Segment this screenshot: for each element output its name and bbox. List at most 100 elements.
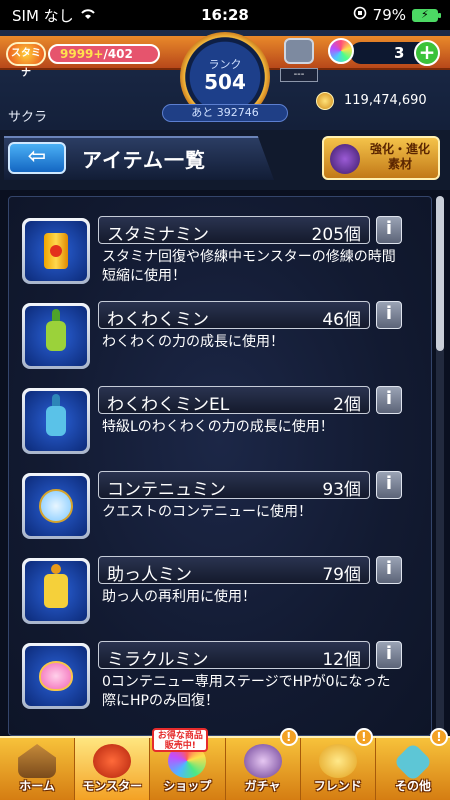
list-item: ミラクルミン 12個 i 0コンテニュー専用ステージでHPが0になった際にHPの…	[22, 641, 412, 717]
tab-label: ショップ	[163, 779, 212, 793]
blue-bottle-icon	[46, 394, 66, 436]
item-description: 特級Lのわくわくの力の成長に使用！	[102, 419, 334, 435]
tab-label: モンスター	[82, 779, 143, 793]
item-info-button[interactable]: i	[376, 301, 402, 329]
tab-monster[interactable]: モンスター	[75, 738, 151, 800]
list-item: 助っ人ミン 79個 i 助っ人の再利用に使用！	[22, 556, 412, 632]
item-icon-frame	[22, 473, 90, 539]
gacha-alert-icon: !	[279, 728, 298, 746]
tab-label: フレンド	[313, 779, 362, 793]
page-title: アイテム一覧	[82, 148, 206, 172]
item-name: スタミナミン	[107, 225, 209, 245]
battery-icon: ⚡	[412, 8, 441, 22]
jar-icon	[44, 564, 68, 608]
item-info-button[interactable]: i	[376, 216, 402, 244]
item-icon-frame	[22, 388, 90, 454]
stamina-current: 9999+	[60, 47, 104, 61]
enhance-material-button[interactable]: 強化・進化 素材	[322, 136, 440, 180]
other-alert-icon: !	[430, 728, 449, 746]
item-info-button[interactable]: i	[376, 556, 402, 584]
shop-sale-badge: お得な商品販売中!	[152, 728, 209, 752]
item-count: 205個	[311, 225, 361, 245]
tab-label: ガチャ	[244, 779, 281, 793]
item-icon-frame	[22, 558, 90, 624]
clock: 16:28	[201, 6, 249, 24]
item-name-bar: ミラクルミン 12個	[98, 641, 370, 669]
list-item: スタミナミン 205個 i スタミナ回復や修練中モンスターの修練の時間短縮に使用…	[22, 216, 412, 292]
tab-other[interactable]: ! その他	[376, 728, 450, 800]
item-icon-frame	[22, 303, 90, 369]
tab-friend[interactable]: ! フレンド	[301, 728, 376, 800]
hatch-icon[interactable]	[284, 38, 314, 64]
heart-bottle-icon	[39, 661, 73, 691]
item-description: わくわくの力の成長に使用！	[102, 334, 284, 350]
item-count: 93個	[322, 480, 361, 500]
list-item: わくわくミンEL 2個 i 特級Lのわくわくの力の成長に使用！	[22, 386, 412, 462]
home-icon	[18, 744, 57, 778]
material-label-line2: 素材	[387, 157, 412, 171]
list-item: コンテニュミン 93個 i クエストのコンテニューに使用！	[22, 471, 412, 547]
hatch-timer: ---	[280, 68, 318, 82]
tab-shop[interactable]: お得な商品販売中! ショップ	[150, 728, 226, 800]
item-description: 0コンテニュー専用ステージでHPが0になった際にHPのみ回復！	[102, 674, 391, 709]
stamina-gauge[interactable]: 9999+/402	[48, 44, 160, 64]
coin-count: 119,474,690	[344, 93, 427, 108]
rank-value: 504	[204, 70, 246, 94]
item-count: 46個	[322, 310, 361, 330]
stamina-can-icon	[44, 233, 68, 269]
other-icon	[393, 742, 433, 782]
item-name: わくわくミンEL	[107, 395, 230, 415]
friend-alert-icon: !	[354, 728, 373, 746]
item-name: コンテニュミン	[107, 480, 226, 500]
player-header: スタミナ 9999+/402 ランク 504 あと 392746 --- 3 +…	[0, 30, 450, 130]
item-name-bar: スタミナミン 205個	[98, 216, 370, 244]
tab-home[interactable]: ホーム	[0, 738, 76, 800]
list-item: わくわくミン 46個 i わくわくの力の成長に使用！	[22, 301, 412, 377]
material-label-line1: 強化・進化	[369, 142, 430, 156]
tab-label: その他	[394, 779, 431, 793]
scrollbar[interactable]	[436, 196, 444, 736]
green-bottle-icon	[46, 309, 66, 351]
flask-icon	[39, 489, 73, 523]
scrollbar-thumb[interactable]	[436, 196, 444, 351]
item-count: 2個	[333, 395, 361, 415]
orientation-lock-icon	[353, 6, 367, 24]
item-name-bar: コンテニュミン 93個	[98, 471, 370, 499]
friend-icon	[318, 744, 357, 778]
material-orb-icon	[330, 144, 360, 174]
orb-icon	[328, 38, 354, 64]
monster-icon	[93, 744, 132, 778]
item-description: クエストのコンテニューに使用！	[102, 504, 312, 520]
status-bar: SIM なし 16:28 79% ⚡	[0, 0, 450, 30]
stamina-max: /402	[103, 47, 133, 61]
item-count: 79個	[322, 565, 361, 585]
item-name: 助っ人ミン	[107, 565, 192, 585]
item-description: スタミナ回復や修練中モンスターの修練の時間短縮に使用！	[102, 249, 396, 284]
coin-icon	[316, 92, 334, 110]
item-name-bar: わくわくミンEL 2個	[98, 386, 370, 414]
item-info-button[interactable]: i	[376, 471, 402, 499]
back-arrow-icon: ⇦	[27, 144, 47, 169]
carrier-label: SIM なし	[12, 6, 74, 25]
rank-remaining: あと 392746	[162, 104, 288, 122]
item-name-bar: 助っ人ミン 79個	[98, 556, 370, 584]
title-bar: ⇦ アイテム一覧 強化・進化 素材	[0, 130, 450, 190]
item-count: 12個	[322, 650, 361, 670]
wifi-icon	[80, 6, 96, 24]
tab-gacha[interactable]: ! ガチャ	[226, 728, 301, 800]
item-icon-frame	[22, 218, 90, 284]
buy-orb-button[interactable]: +	[414, 40, 440, 66]
item-info-button[interactable]: i	[376, 641, 402, 669]
stamina-icon: スタミナ	[6, 42, 46, 79]
back-button[interactable]: ⇦	[8, 142, 66, 174]
item-description: 助っ人の再利用に使用！	[102, 589, 256, 605]
tab-label: ホーム	[19, 779, 55, 793]
item-icon-frame	[22, 643, 90, 709]
item-name: わくわくミン	[107, 310, 209, 330]
item-name: ミラクルミン	[107, 650, 209, 670]
item-name-bar: わくわくミン 46個	[98, 301, 370, 329]
item-info-button[interactable]: i	[376, 386, 402, 414]
battery-percent: 79%	[372, 6, 406, 24]
bottom-nav: ホーム モンスター お得な商品販売中! ショップ ! ガチャ ! フレンド ! …	[0, 728, 450, 800]
user-name: サクラ	[8, 110, 48, 125]
